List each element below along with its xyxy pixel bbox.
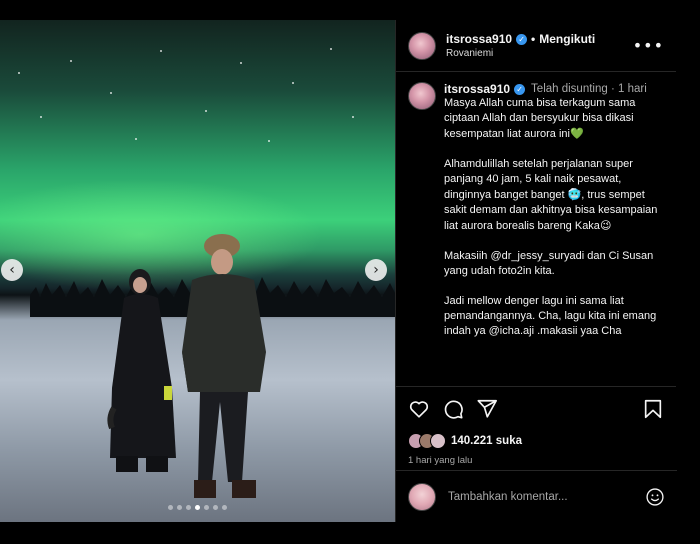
post-header: itsrossa910 ✓ • Mengikuti Rovaniemi •••: [396, 20, 676, 72]
green-heart-emoji-icon: 💚: [569, 127, 584, 140]
caption-body: itsrossa910 ✓ Telah disunting · 1 hari M…: [444, 82, 664, 376]
bookmark-icon[interactable]: [642, 398, 664, 420]
caption-paragraph: Alhamdulillah setelah perjalanan super p…: [444, 158, 658, 232]
current-user-avatar: [408, 482, 436, 511]
wink-emoji-icon: 😉: [599, 219, 612, 232]
avatar[interactable]: [408, 31, 436, 60]
username-link[interactable]: itsrossa910: [446, 32, 512, 46]
carousel-dot: [222, 505, 227, 510]
following-button[interactable]: Mengikuti: [539, 32, 595, 46]
verified-badge-icon: ✓: [516, 33, 528, 45]
caption-paragraph: Jadi mellow denger lagu ini sama liat pe…: [444, 295, 657, 337]
next-photo-button[interactable]: ›: [365, 259, 387, 281]
more-options-icon[interactable]: •••: [633, 36, 664, 55]
likes-row: 140.221 suka: [396, 431, 676, 451]
carousel-dots: [0, 505, 395, 510]
like-heart-icon[interactable]: [408, 398, 430, 420]
post-photo: ‹ ›: [0, 20, 395, 522]
likes-count[interactable]: 140.221 suka: [451, 435, 522, 447]
post-timestamp[interactable]: 1 hari yang lalu: [396, 451, 676, 470]
comment-bar: [396, 470, 677, 522]
caption-username[interactable]: itsrossa910: [444, 82, 510, 96]
previous-photo-button[interactable]: ‹: [1, 259, 23, 281]
caption-paragraph: Makasiih @dr_jessy_suryadi dan Ci Susan …: [444, 250, 654, 277]
location-link[interactable]: Rovaniemi: [446, 48, 633, 59]
carousel-dot: [204, 505, 209, 510]
share-icon[interactable]: [476, 398, 498, 420]
header-text: itsrossa910 ✓ • Mengikuti Rovaniemi: [446, 32, 633, 59]
post-side-panel: itsrossa910 ✓ • Mengikuti Rovaniemi ••• …: [395, 20, 677, 522]
caption-area: itsrossa910 ✓ Telah disunting · 1 hari M…: [396, 72, 676, 387]
verified-badge-icon: ✓: [514, 83, 526, 95]
comment-icon[interactable]: [442, 398, 464, 420]
caption-age: 1 hari: [618, 83, 647, 95]
person-left: [107, 269, 176, 472]
carousel-dot: [186, 505, 191, 510]
comment-input[interactable]: [448, 490, 645, 503]
carousel-dot: [168, 505, 173, 510]
caption-paragraph: Masya Allah cuma bisa terkagum sama cipt…: [444, 97, 636, 140]
liker-avatar: [430, 433, 446, 449]
post-dialog: ‹ › itsrossa910 ✓ • Mengikuti Rovaniemi: [0, 20, 677, 522]
person-right: [182, 234, 266, 498]
edited-label: Telah disunting: [531, 83, 608, 95]
caption-avatar[interactable]: [408, 82, 436, 110]
carousel-dot: [177, 505, 182, 510]
emoji-picker-icon[interactable]: [645, 487, 665, 507]
carousel-dot-active: [195, 505, 200, 510]
post-actions: [396, 387, 676, 431]
separator-dot: •: [531, 32, 536, 46]
carousel-dot: [213, 505, 218, 510]
cold-face-emoji-icon: 🥶: [567, 188, 582, 201]
